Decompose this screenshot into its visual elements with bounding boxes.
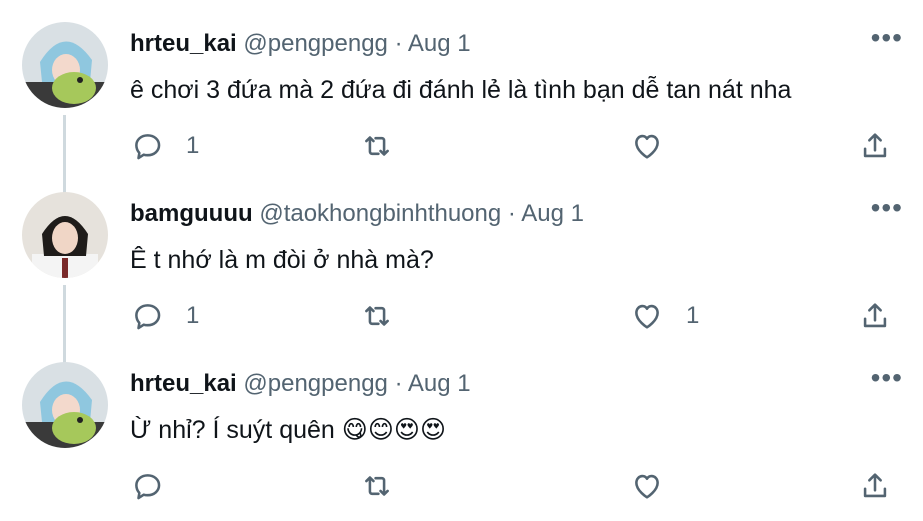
tweet-text: Ê t nhớ là m đòi ở nhà mà? xyxy=(130,246,434,274)
retweet-icon xyxy=(365,476,389,496)
emoji-blush: 😊 xyxy=(367,416,394,444)
retweet-button[interactable] xyxy=(360,126,416,166)
retweet-icon xyxy=(365,136,389,156)
tweet-text: Ừ nhỉ? Í suýt quên 😋😊😍😍 xyxy=(130,413,446,447)
reply-button[interactable]: 1 xyxy=(130,126,199,166)
more-icon[interactable]: ••• xyxy=(871,24,903,52)
separator: · xyxy=(394,30,403,57)
avatar[interactable] xyxy=(22,362,108,448)
timestamp[interactable]: Aug 1 xyxy=(521,200,584,227)
more-icon[interactable]: ••• xyxy=(871,194,903,222)
share-button[interactable] xyxy=(858,126,892,166)
reply-count: 1 xyxy=(186,302,200,329)
tweet-header: hrteu_kai @pengpengg · Aug 1 xyxy=(130,369,471,399)
emoji-heart-eyes: 😍 xyxy=(419,416,447,444)
share-button[interactable] xyxy=(858,466,892,506)
timestamp[interactable]: Aug 1 xyxy=(408,30,471,57)
emoji-heart-eyes: 😍 xyxy=(393,416,420,444)
display-name[interactable]: hrteu_kai xyxy=(130,30,237,57)
emoji-yum: 😋 xyxy=(341,416,368,444)
timestamp[interactable]: Aug 1 xyxy=(408,370,471,397)
share-icon xyxy=(863,473,887,498)
retweet-icon xyxy=(365,306,389,326)
heart-icon xyxy=(635,134,659,159)
display-name[interactable]: hrteu_kai xyxy=(130,370,237,397)
tweet[interactable]: bamguuuu @taokhongbinhthuong · Aug 1 •••… xyxy=(0,170,923,340)
reply-count: 1 xyxy=(186,132,200,159)
reply-icon xyxy=(135,304,161,330)
separator: · xyxy=(394,370,403,397)
share-icon xyxy=(863,303,887,328)
tweet-text-content: Ừ nhỉ? Í suýt quên xyxy=(130,416,342,444)
tweet-header: bamguuuu @taokhongbinhthuong · Aug 1 xyxy=(130,199,584,229)
tweet-actions xyxy=(130,466,900,506)
reply-button[interactable] xyxy=(130,466,186,506)
tweet-actions: 1 1 xyxy=(130,296,900,336)
tweet-header: hrteu_kai @pengpengg · Aug 1 xyxy=(130,29,471,59)
separator: · xyxy=(507,200,516,227)
like-button[interactable] xyxy=(630,126,686,166)
reply-button[interactable]: 1 xyxy=(130,296,199,336)
reply-icon xyxy=(135,474,161,500)
tweet-text: ê chơi 3 đứa mà 2 đứa đi đánh lẻ là tình… xyxy=(130,76,792,104)
like-button[interactable]: 1 xyxy=(630,296,699,336)
retweet-button[interactable] xyxy=(360,466,416,506)
retweet-button[interactable] xyxy=(360,296,416,336)
handle[interactable]: @pengpengg xyxy=(243,30,388,57)
display-name[interactable]: bamguuuu xyxy=(130,200,253,227)
like-count: 1 xyxy=(686,302,700,329)
reply-icon xyxy=(135,134,161,160)
tweet-actions: 1 xyxy=(130,126,900,166)
handle[interactable]: @pengpengg xyxy=(243,370,388,397)
more-icon[interactable]: ••• xyxy=(871,364,903,392)
share-icon xyxy=(863,133,887,158)
handle[interactable]: @taokhongbinhthuong xyxy=(259,200,501,227)
tweet[interactable]: hrteu_kai @pengpengg · Aug 1 ••• ê chơi … xyxy=(0,0,923,170)
avatar[interactable] xyxy=(22,22,108,108)
heart-icon xyxy=(635,304,659,329)
heart-icon xyxy=(635,474,659,499)
tweet[interactable]: hrteu_kai @pengpengg · Aug 1 ••• Ừ nhỉ? … xyxy=(0,340,923,510)
like-button[interactable] xyxy=(630,466,686,506)
share-button[interactable] xyxy=(858,296,892,336)
avatar[interactable] xyxy=(22,192,108,278)
